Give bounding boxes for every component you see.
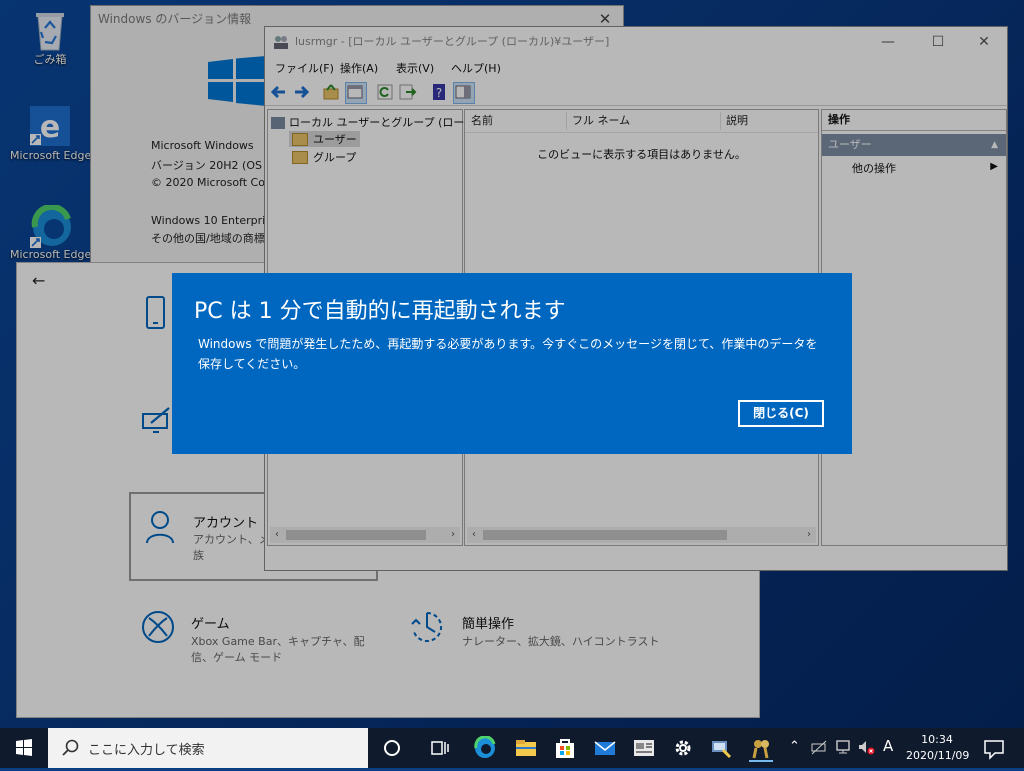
edge-taskbar-icon[interactable] bbox=[473, 735, 497, 760]
lusrmgr-taskbar-icon[interactable] bbox=[749, 736, 773, 762]
taskbar: ここに入力して検索 ⌃ A 10:34 2020/11/09 bbox=[0, 728, 1024, 768]
ime-mode-indicator[interactable]: A bbox=[883, 737, 893, 755]
clock-date: 2020/11/09 bbox=[906, 749, 970, 762]
close-button[interactable]: 閉じる(C) bbox=[738, 400, 824, 427]
taskbar-clock[interactable]: 10:34 2020/11/09 bbox=[906, 732, 970, 764]
restart-message: Windows で問題が発生したため、再起動する必要があります。今すぐこのメッセ… bbox=[198, 337, 818, 371]
network-icon[interactable] bbox=[834, 738, 852, 756]
battery-icon[interactable] bbox=[810, 738, 828, 756]
microsoft-store-icon[interactable] bbox=[553, 736, 577, 760]
news-icon[interactable] bbox=[632, 736, 656, 760]
restart-title: PC は 1 分で自動的に再起動されます bbox=[194, 299, 566, 324]
computer-management-icon[interactable] bbox=[709, 736, 733, 760]
notification-center-icon[interactable] bbox=[982, 737, 1006, 761]
search-icon bbox=[62, 739, 79, 756]
start-button[interactable] bbox=[0, 728, 48, 768]
task-view-icon[interactable] bbox=[427, 736, 451, 760]
volume-muted-icon[interactable] bbox=[857, 738, 875, 756]
taskbar-search-box[interactable]: ここに入力して検索 bbox=[48, 728, 368, 768]
mail-icon[interactable] bbox=[593, 736, 617, 760]
clock-time: 10:34 bbox=[921, 733, 953, 746]
windows-start-icon bbox=[16, 739, 32, 756]
search-placeholder: ここに入力して検索 bbox=[88, 743, 205, 758]
restart-notification-dialog: PC は 1 分で自動的に再起動されます Windows で問題が発生したため、… bbox=[172, 273, 852, 454]
settings-gear-icon[interactable] bbox=[671, 736, 695, 760]
show-hidden-icons-chevron-up-icon[interactable]: ⌃ bbox=[789, 739, 800, 754]
cortana-icon[interactable] bbox=[380, 736, 404, 760]
file-explorer-icon[interactable] bbox=[514, 736, 538, 760]
